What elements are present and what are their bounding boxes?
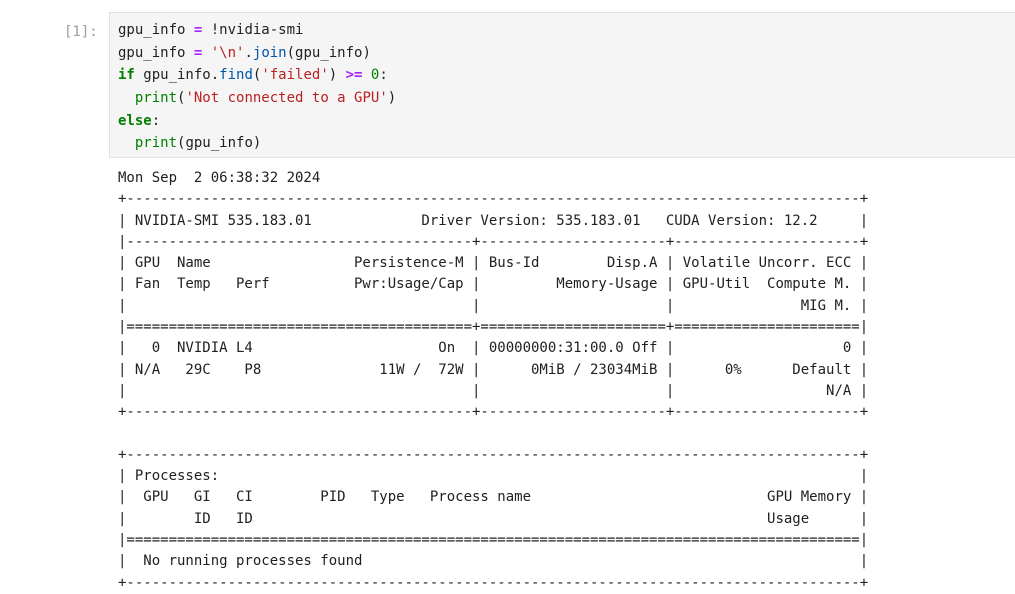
output-line: +---------------------------------------… [118,574,869,591]
cell-prompt: [1]: [64,24,98,40]
code-input-area[interactable]: gpu_info = !nvidia-smi gpu_info = '\n'.jo… [109,12,1015,158]
code-line: gpu_info = !nvidia-smi [118,19,396,42]
output-line: | GPU Name Persistence-M | Bus-Id Disp.A… [118,255,869,272]
output-line: | NVIDIA-SMI 535.183.01 Driver Version: … [118,212,869,229]
output-line: | No running processes found | [118,553,869,570]
code-token: 'Not connected to a GPU' [185,90,388,107]
output-line: | ID ID Usage | [118,510,869,527]
output-line: | Processes: | [118,468,869,485]
code-token: gpu_info. [134,67,220,84]
output-line: | Fan Temp Perf Pwr:Usage/Cap | Memory-U… [118,276,869,293]
code-token: (gpu_info) [286,44,371,61]
output-line: |---------------------------------------… [118,233,869,250]
code-token: (gpu_info) [177,135,262,152]
output-line: Mon Sep 2 06:38:32 2024 [118,170,321,186]
output-line: | GPU GI CI PID Type Process name GPU Me… [118,489,869,506]
code-token: if [118,67,135,84]
code-token: gpu_info [118,22,194,38]
output-line: | 0 NVIDIA L4 On | 00000000:31:00.0 Off … [118,340,869,357]
code-token: ) [387,90,397,107]
output-line: +---------------------------------------… [118,404,869,421]
output-line: | | | N/A | [118,382,869,399]
code-token: print [134,90,178,107]
output-line: | | | MIG M. | [118,297,869,314]
code-token: else [118,112,152,129]
code-line: gpu_info = '\n'.join(gpu_info) [118,42,396,65]
code-line: print('Not connected to a GPU') [118,87,396,110]
code-token: print [134,135,178,152]
output-line: +---------------------------------------… [118,446,869,463]
code-token: : [151,112,161,129]
code-line: else: [118,110,396,133]
code-token: . [244,44,253,61]
code-token: : [379,67,388,84]
code-editor[interactable]: gpu_info = !nvidia-smi gpu_info = '\n'.jo… [118,19,396,155]
code-token: join [252,44,287,61]
output-line: +---------------------------------------… [118,191,869,208]
code-line: print(gpu_info) [118,132,396,155]
code-line: if gpu_info.find('failed') >= 0: [118,64,396,87]
code-token: >= [345,67,363,84]
output-line: |=======================================… [118,532,869,549]
cell-output: Mon Sep 2 06:38:32 2024 +----------------… [118,168,868,594]
code-token: find [219,67,253,84]
code-token: 'failed' [261,67,329,84]
code-token: ) [328,67,346,84]
code-token: '\n' [210,44,245,61]
code-token: gpu_info [118,44,194,61]
output-line: |=======================================… [118,319,869,336]
code-token: !nvidia-smi [202,22,304,38]
output-line: | N/A 29C P8 11W / 72W | 0MiB / 23034MiB… [118,361,869,378]
